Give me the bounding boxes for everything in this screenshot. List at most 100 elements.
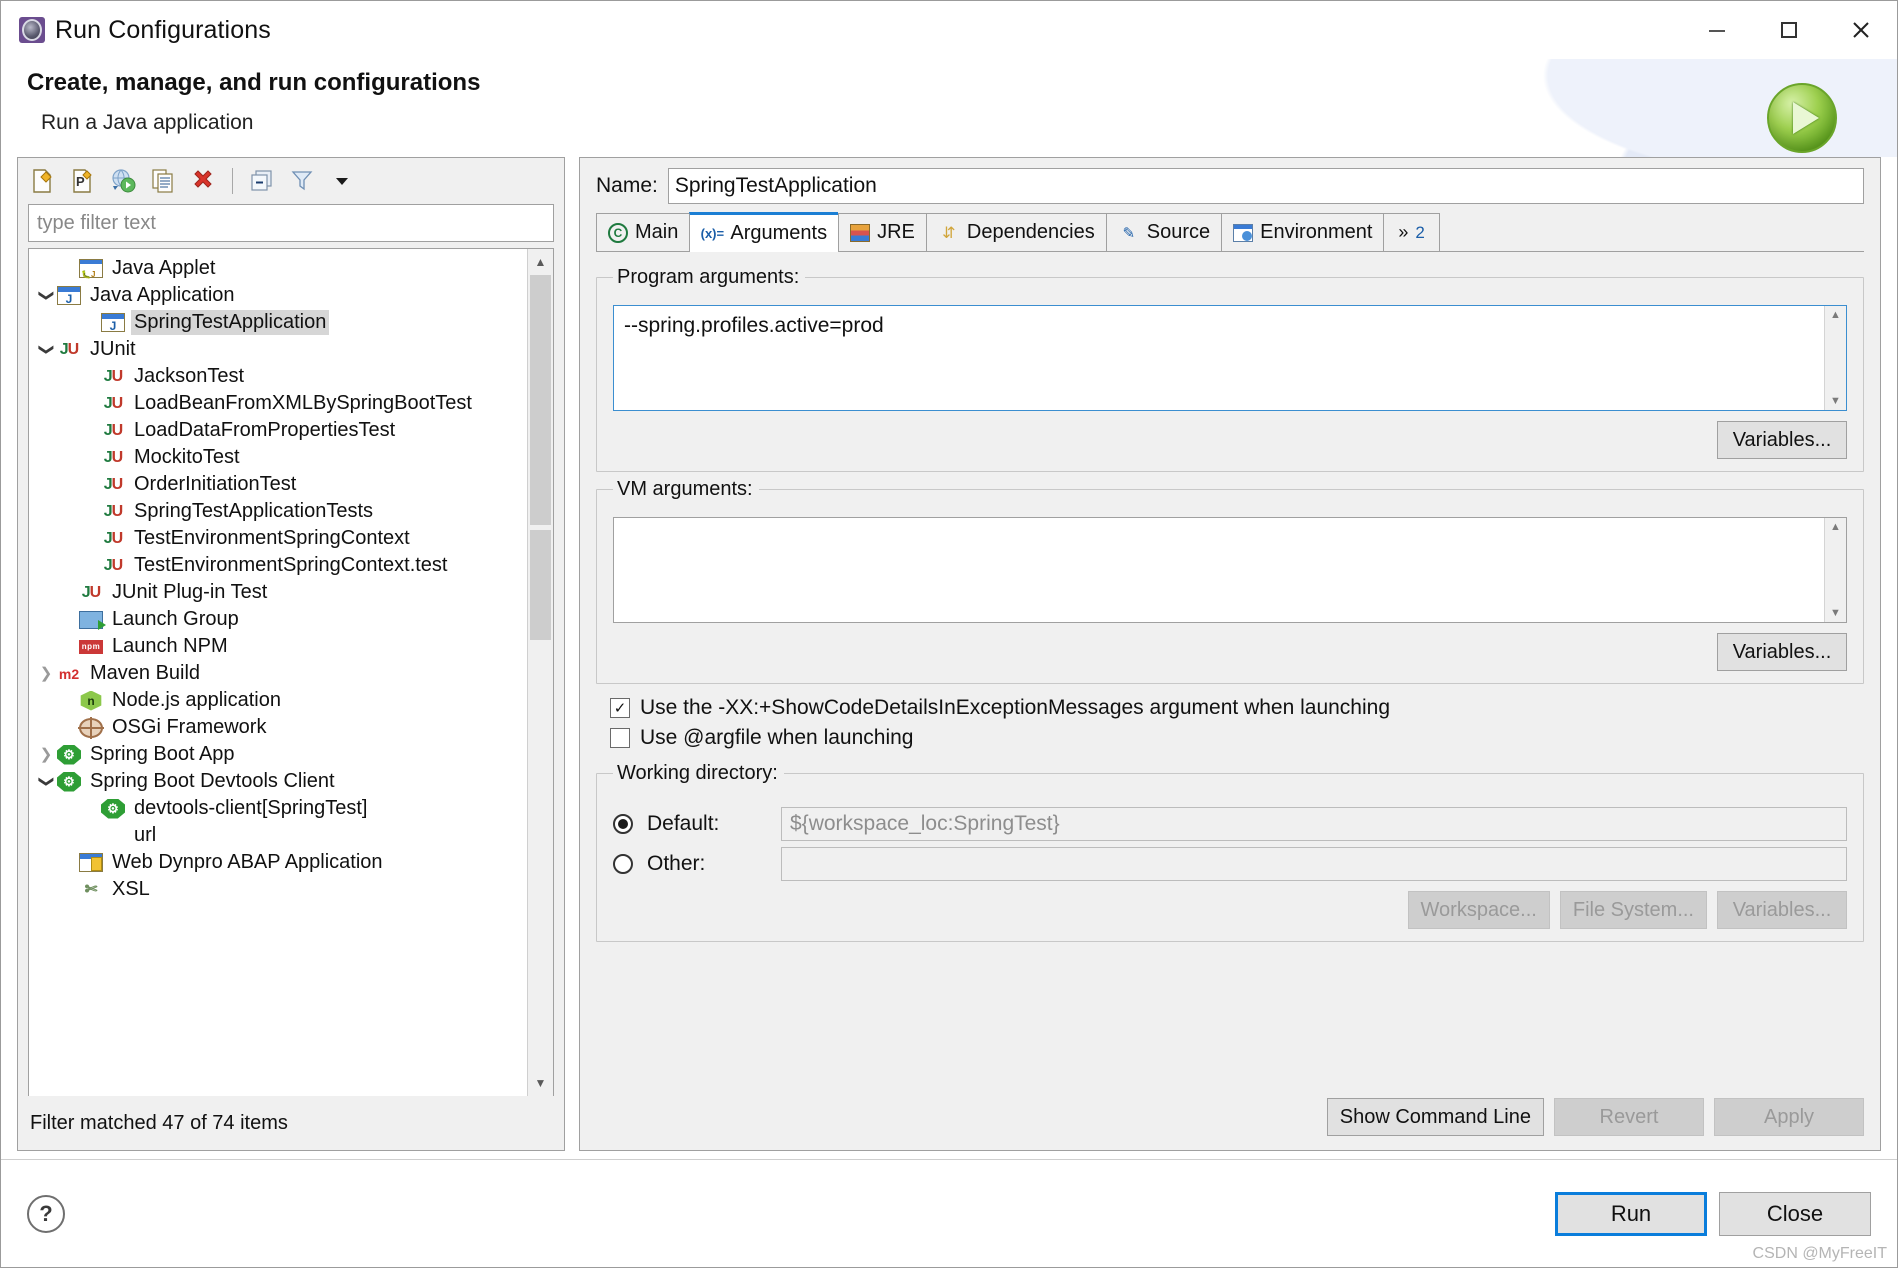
tree-item[interactable]: J U LoadDataFromPropertiesTest xyxy=(29,417,527,444)
junit-icon: JU xyxy=(103,502,123,520)
tab-arguments[interactable]: (x)= Arguments xyxy=(689,212,839,252)
tree-item[interactable]: url xyxy=(29,822,527,849)
working-directory-variables-button[interactable]: Variables... xyxy=(1717,891,1847,929)
chevron-closed-icon[interactable] xyxy=(35,666,57,681)
vm-arguments-text[interactable] xyxy=(614,518,1824,622)
duplicate-icon[interactable] xyxy=(146,164,180,198)
tree-item[interactable]: Launch Group xyxy=(29,606,527,633)
tab-environment[interactable]: Environment xyxy=(1221,213,1384,251)
name-input[interactable] xyxy=(667,168,1864,204)
new-prototype-icon[interactable]: P xyxy=(66,164,100,198)
launch-group-icon xyxy=(79,610,106,630)
view-menu-icon[interactable] xyxy=(325,164,359,198)
tree-item[interactable]: Web Dynpro ABAP Application xyxy=(29,849,527,876)
delete-icon[interactable] xyxy=(186,164,220,198)
scroll-up-icon[interactable]: ▲ xyxy=(1830,309,1841,321)
scroll-track[interactable] xyxy=(528,275,553,1070)
configurations-tree[interactable]: Java Applet Java Application SpringTestApp… xyxy=(29,249,527,1096)
tree-item[interactable]: J U JUnit Plug-in Test xyxy=(29,579,527,606)
argfile-checkbox[interactable] xyxy=(610,728,630,748)
maven-icon: m2 xyxy=(58,665,80,682)
file-system-button[interactable]: File System... xyxy=(1559,891,1707,929)
show-command-line-button[interactable]: Show Command Line xyxy=(1326,1098,1544,1136)
tree-item[interactable]: J U OrderInitiationTest xyxy=(29,471,527,498)
tree-item[interactable]: SpringTestApplication xyxy=(29,309,527,336)
scroll-thumb[interactable] xyxy=(530,275,551,525)
tree-scrollbar[interactable]: ▲ ▼ xyxy=(527,249,553,1096)
tree-item[interactable]: J U TestEnvironmentSpringContext xyxy=(29,525,527,552)
tree-item-label: Java Application xyxy=(90,284,235,306)
tree-item[interactable]: Java Application xyxy=(29,282,527,309)
configurations-tree-wrap: Java Applet Java Application SpringTestApp… xyxy=(28,248,554,1096)
collapse-all-icon[interactable] xyxy=(245,164,279,198)
configurations-toolbar: P xyxy=(18,158,564,204)
apply-button[interactable]: Apply xyxy=(1714,1098,1864,1136)
tree-item[interactable]: Java Applet xyxy=(29,255,527,282)
scroll-down-icon[interactable]: ▼ xyxy=(1830,395,1841,407)
new-launch-configuration-icon[interactable] xyxy=(26,164,60,198)
revert-button[interactable]: Revert xyxy=(1554,1098,1704,1136)
tab-dependencies[interactable]: ⇵ Dependencies xyxy=(925,213,1106,251)
show-code-details-checkbox-row[interactable]: ✓ Use the -XX:+ShowCodeDetailsInExceptio… xyxy=(610,696,1864,720)
tree-item[interactable]: ⚙ Spring Boot App xyxy=(29,741,527,768)
toolbar-separator xyxy=(232,168,233,194)
workspace-button[interactable]: Workspace... xyxy=(1407,891,1550,929)
tree-item[interactable]: J U SpringTestApplicationTests xyxy=(29,498,527,525)
program-variables-button[interactable]: Variables... xyxy=(1717,421,1847,459)
tab-main[interactable]: C Main xyxy=(596,213,690,251)
scroll-thumb-secondary[interactable] xyxy=(530,530,551,640)
vm-arguments-group: VM arguments: ▲ ▼ Variables... xyxy=(596,478,1864,684)
minimize-button[interactable] xyxy=(1681,1,1753,59)
tree-item[interactable]: ⚙ Spring Boot Devtools Client xyxy=(29,768,527,795)
chevron-open-icon[interactable] xyxy=(35,288,57,303)
none xyxy=(101,825,125,847)
working-directory-default-radio[interactable] xyxy=(613,814,633,834)
chevron-closed-icon[interactable] xyxy=(35,747,57,762)
tree-item[interactable]: npm Launch NPM xyxy=(29,633,527,660)
working-directory-other-input[interactable] xyxy=(781,847,1847,881)
scroll-up-icon[interactable]: ▲ xyxy=(1830,521,1841,533)
tree-item[interactable]: ⚙ devtools-client[SpringTest] xyxy=(29,795,527,822)
tree-item[interactable]: J U MockitoTest xyxy=(29,444,527,471)
program-arguments-text[interactable]: --spring.profiles.active=prod xyxy=(614,306,1824,410)
scroll-up-icon[interactable]: ▲ xyxy=(528,249,553,275)
vm-arguments-box[interactable]: ▲ ▼ xyxy=(613,517,1847,623)
scroll-down-icon[interactable]: ▼ xyxy=(1830,607,1841,619)
tree-item-label: OSGi Framework xyxy=(112,716,267,738)
maximize-button[interactable] xyxy=(1753,1,1825,59)
tab-source[interactable]: ✎ Source xyxy=(1105,213,1222,251)
vm-arguments-scrollbar[interactable]: ▲ ▼ xyxy=(1824,518,1846,622)
chevron-open-icon[interactable] xyxy=(35,342,57,357)
tree-item[interactable]: J U LoadBeanFromXMLBySpringBootTest xyxy=(29,390,527,417)
working-directory-default-row[interactable]: Default: ${workspace_loc:SpringTest} xyxy=(613,807,1847,841)
tab-label: JRE xyxy=(877,221,915,243)
filter-input[interactable] xyxy=(28,204,554,242)
vm-variables-button[interactable]: Variables... xyxy=(1717,633,1847,671)
java-applet-icon xyxy=(79,259,103,279)
working-directory-other-radio[interactable] xyxy=(613,854,633,874)
program-arguments-box[interactable]: --spring.profiles.active=prod ▲ ▼ xyxy=(613,305,1847,411)
program-arguments-scrollbar[interactable]: ▲ ▼ xyxy=(1824,306,1846,410)
tab-jre[interactable]: JRE xyxy=(838,213,926,251)
help-icon[interactable]: ? xyxy=(27,1194,65,1233)
filter-icon[interactable] xyxy=(285,164,319,198)
run-button[interactable]: Run xyxy=(1555,1191,1707,1236)
working-directory-other-row[interactable]: Other: xyxy=(613,847,1847,881)
close-button-footer[interactable]: Close xyxy=(1719,1191,1871,1236)
chevron-open-icon[interactable] xyxy=(35,774,57,789)
dialog-body: P type filter text 🐛J Java Applet ❯ J Ja… xyxy=(1,157,1897,1159)
tab-overflow-button[interactable]: » 2 xyxy=(1383,213,1440,251)
tree-item[interactable]: n Node.js application xyxy=(29,687,527,714)
close-button[interactable] xyxy=(1825,1,1897,59)
java-application-icon xyxy=(101,313,125,332)
tree-item[interactable]: J U JacksonTest xyxy=(29,363,527,390)
argfile-checkbox-row[interactable]: Use @argfile when launching xyxy=(610,726,1864,750)
show-code-details-checkbox[interactable]: ✓ xyxy=(610,698,630,718)
tree-item[interactable]: OSGi Framework xyxy=(29,714,527,741)
scroll-down-icon[interactable]: ▼ xyxy=(528,1070,553,1096)
export-icon[interactable] xyxy=(106,164,140,198)
tree-item[interactable]: m2 Maven Build xyxy=(29,660,527,687)
tree-item[interactable]: J U TestEnvironmentSpringContext.test xyxy=(29,552,527,579)
tree-item[interactable]: JU JUnit xyxy=(29,336,527,363)
tree-item[interactable]: ✄ XSL xyxy=(29,876,527,903)
